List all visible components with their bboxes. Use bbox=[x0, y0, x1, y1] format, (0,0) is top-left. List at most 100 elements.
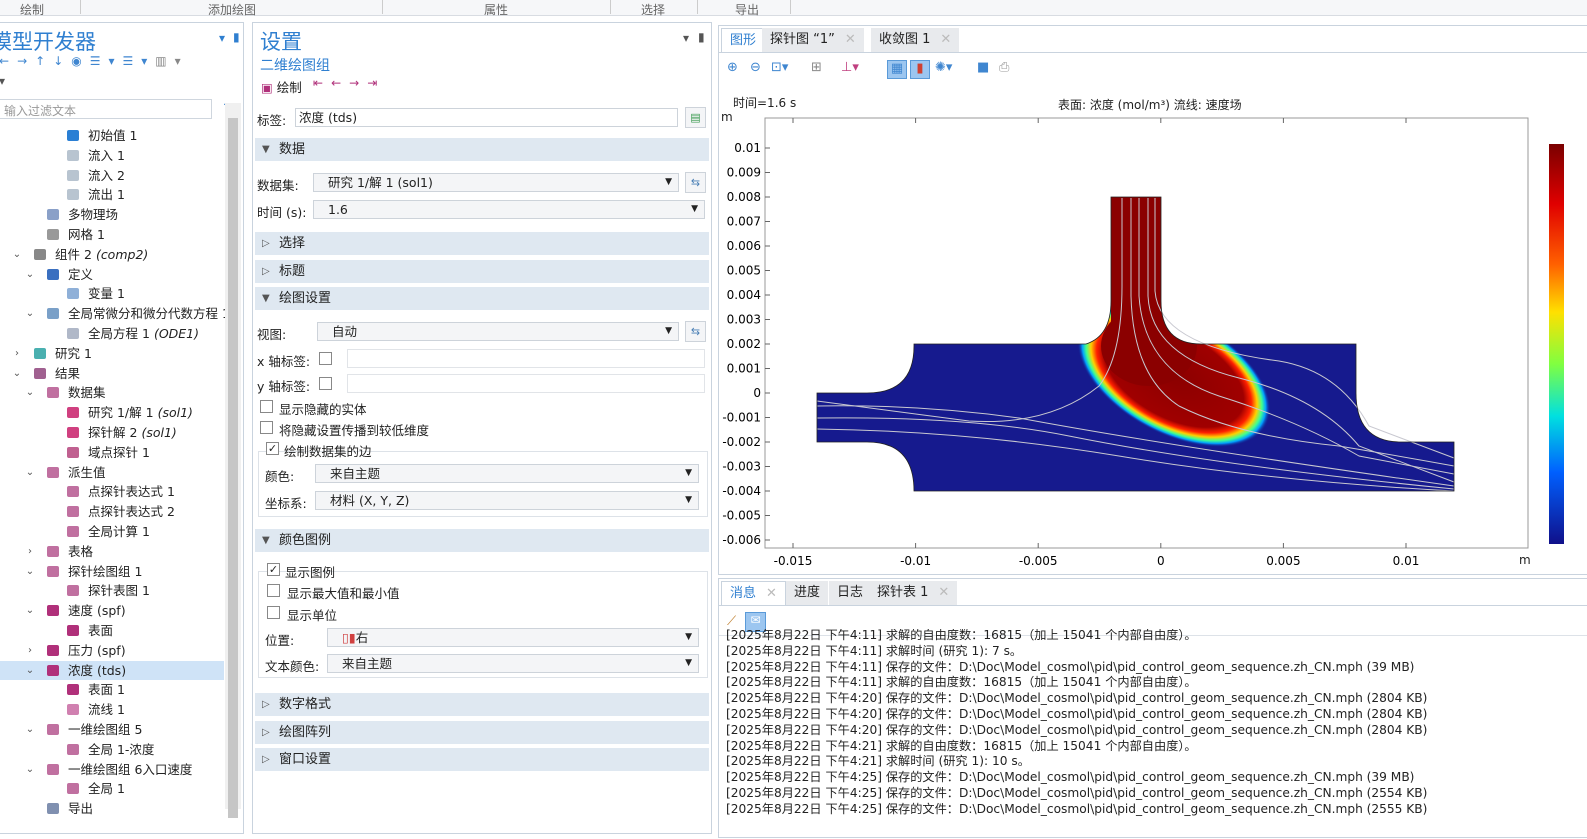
tree-item[interactable]: 流出 1 bbox=[0, 185, 224, 205]
tree-item[interactable]: 全局 1 bbox=[0, 779, 224, 799]
tree-item[interactable]: 全局方程 1 (ODE1) bbox=[0, 324, 224, 344]
tree-item[interactable]: 初始值 1 bbox=[0, 126, 224, 146]
forward-icon[interactable]: → bbox=[17, 54, 35, 68]
tree-item[interactable]: 变量 1 bbox=[0, 284, 224, 304]
tree-item[interactable]: 网格 1 bbox=[0, 225, 224, 245]
text-color-select[interactable]: 来自主题 ▼ bbox=[327, 654, 699, 673]
tree-scrollbar-thumb[interactable] bbox=[228, 118, 238, 818]
layout-icon[interactable]: ▥▾ bbox=[155, 54, 188, 68]
tree-item[interactable]: 研究 1/解 1 (sol1) bbox=[0, 403, 224, 423]
section-window-settings[interactable]: ▷ 窗口设置 bbox=[255, 748, 709, 771]
section-number-format[interactable]: ▷ 数字格式 bbox=[255, 693, 709, 716]
y-axis-label-input[interactable] bbox=[347, 374, 705, 393]
tree-item[interactable]: 多物理场 bbox=[0, 205, 224, 225]
tree-item[interactable]: ⌄ 派生值 bbox=[0, 463, 224, 483]
tree-item[interactable]: ⌄ 定义 bbox=[0, 265, 224, 285]
chevron-down-icon[interactable]: ⌄ bbox=[25, 720, 35, 740]
next-icon[interactable]: → bbox=[349, 76, 367, 90]
expand-icon[interactable]: ☰▾ bbox=[90, 54, 123, 68]
view-goto-button[interactable]: ⇆ bbox=[685, 321, 706, 342]
chevron-down-icon[interactable]: ⌄ bbox=[25, 265, 35, 285]
tree-item[interactable]: 表面 bbox=[0, 621, 224, 641]
tree-item[interactable]: ⌄ 速度 (spf) bbox=[0, 601, 224, 621]
plot-button[interactable]: ▣ 绘制 bbox=[261, 77, 302, 96]
tree-item[interactable]: ⌄ 全局常微分和微分代数方程 1 bbox=[0, 304, 230, 324]
close-icon[interactable]: ✕ bbox=[766, 586, 777, 601]
coordinate-system-select[interactable]: 材料 (X, Y, Z) ▼ bbox=[315, 491, 699, 510]
move-up-icon[interactable]: ↑ bbox=[35, 54, 53, 68]
chevron-down-icon[interactable]: ⌄ bbox=[25, 383, 35, 403]
chevron-right-icon[interactable]: › bbox=[12, 344, 22, 364]
label-reset-button[interactable]: ▤ bbox=[685, 107, 706, 128]
x-axis-label-input[interactable] bbox=[347, 349, 705, 368]
tab-probe-table[interactable]: 探针表 1 ✕ bbox=[869, 581, 958, 605]
section-plot-array[interactable]: ▷ 绘图阵列 bbox=[255, 721, 709, 744]
tree-item[interactable]: ⌄ 浓度 (tds) bbox=[0, 660, 224, 681]
more-options-icon[interactable]: ▾ bbox=[0, 74, 5, 88]
move-down-icon[interactable]: ↓ bbox=[53, 54, 71, 68]
section-data[interactable]: ▼ 数据 bbox=[255, 138, 709, 161]
dataset-goto-button[interactable]: ⇆ bbox=[685, 172, 706, 193]
color-select[interactable]: 来自主题 ▼ bbox=[315, 464, 699, 483]
x-axis-label-checkbox[interactable] bbox=[319, 352, 332, 365]
tree-item[interactable]: ⌄ 探针绘图组 1 bbox=[0, 562, 224, 582]
tree-item[interactable]: › 研究 1 bbox=[0, 344, 224, 364]
show-hidden-checkbox[interactable] bbox=[260, 400, 273, 413]
chevron-right-icon[interactable]: › bbox=[25, 641, 35, 661]
tree-item[interactable]: 导出 bbox=[0, 799, 224, 819]
back-icon[interactable]: ← bbox=[0, 54, 17, 68]
propagate-hidden-checkbox[interactable] bbox=[260, 421, 273, 434]
plot-canvas[interactable]: -0.015 -0.01 -0.005 0 0.005 0.01 0.01 0.009 0.00… bbox=[719, 26, 1587, 576]
last-icon[interactable]: ⇥ bbox=[367, 76, 385, 90]
view-select[interactable]: 自动 ▼ bbox=[317, 322, 679, 341]
tab-progress[interactable]: 进度 bbox=[786, 581, 829, 605]
tree-item[interactable]: 点探针表达式 1 bbox=[0, 482, 224, 502]
chevron-down-icon[interactable]: ⌄ bbox=[12, 364, 22, 384]
chevron-down-icon[interactable]: ⌄ bbox=[25, 760, 35, 780]
tree-item[interactable]: 全局计算 1 bbox=[0, 522, 224, 542]
tree-item[interactable]: ⌄ 组件 2 (comp2) bbox=[0, 245, 224, 265]
previous-icon[interactable]: ← bbox=[331, 76, 349, 90]
chevron-down-icon[interactable]: ⌄ bbox=[25, 661, 35, 681]
chevron-right-icon[interactable]: › bbox=[25, 542, 35, 562]
label-input[interactable]: 浓度 (tds) bbox=[295, 108, 678, 127]
collapse-icon[interactable]: ☰▾ bbox=[123, 54, 156, 68]
show-maxmin-checkbox[interactable] bbox=[267, 584, 280, 597]
close-icon[interactable]: ✕ bbox=[938, 585, 949, 600]
show-icon[interactable]: ◉ bbox=[71, 54, 89, 68]
dataset-select[interactable]: 研究 1/解 1 (sol1) ▼ bbox=[313, 173, 679, 192]
time-select[interactable]: 1.6 ▼ bbox=[313, 200, 705, 219]
section-color-legend[interactable]: ▼ 颜色图例 bbox=[255, 529, 709, 552]
chevron-down-icon[interactable]: ⌄ bbox=[12, 245, 22, 265]
tree-item[interactable]: ⌄ 结果 bbox=[0, 364, 224, 384]
tree-item[interactable]: 探针表图 1 bbox=[0, 581, 224, 601]
tree-item[interactable]: 流入 1 bbox=[0, 146, 224, 166]
show-legend-checkbox[interactable]: ✓ bbox=[267, 563, 280, 576]
chevron-down-icon[interactable]: ⌄ bbox=[25, 304, 35, 324]
pin-icon[interactable]: ▮ bbox=[698, 30, 705, 44]
tree-item[interactable]: 流线 1 bbox=[0, 700, 224, 720]
tree-item[interactable]: 点探针表达式 2 bbox=[0, 502, 224, 522]
tree-item[interactable]: › 压力 (spf) bbox=[0, 641, 224, 661]
chevron-down-icon[interactable]: ⌄ bbox=[25, 601, 35, 621]
tree-item[interactable]: › 表格 bbox=[0, 542, 224, 562]
chevron-down-icon[interactable]: ⌄ bbox=[25, 562, 35, 582]
first-icon[interactable]: ⇤ bbox=[313, 76, 331, 90]
section-title[interactable]: ▷ 标题 bbox=[255, 260, 709, 283]
tree-item[interactable]: 流入 2 bbox=[0, 166, 224, 186]
tree-item[interactable]: 域点探针 1 bbox=[0, 443, 224, 463]
tree-item[interactable]: 表面 1 bbox=[0, 680, 224, 700]
panel-menu-icon[interactable]: ▾ bbox=[219, 31, 225, 45]
section-plot-settings[interactable]: ▼ 绘图设置 bbox=[255, 287, 709, 310]
tree-item[interactable]: 探针解 2 (sol1) bbox=[0, 423, 224, 443]
tab-log[interactable]: 日志 bbox=[829, 581, 872, 605]
clear-messages-icon[interactable]: ⟋ bbox=[727, 614, 736, 629]
tree-item[interactable]: ⌄ 一维绘图组 6入口速度 bbox=[0, 760, 224, 780]
chevron-down-icon[interactable]: ⌄ bbox=[25, 463, 35, 483]
filter-input[interactable]: 输入过滤文本 bbox=[0, 99, 212, 119]
pin-icon[interactable]: ▮ bbox=[233, 30, 240, 44]
plot-edges-checkbox[interactable]: ✓ bbox=[266, 442, 279, 455]
section-selection[interactable]: ▷ 选择 bbox=[255, 232, 709, 255]
position-select[interactable]: ▯▮右 ▼ bbox=[327, 628, 699, 647]
tree-item[interactable]: 全局 1-浓度 bbox=[0, 740, 224, 760]
